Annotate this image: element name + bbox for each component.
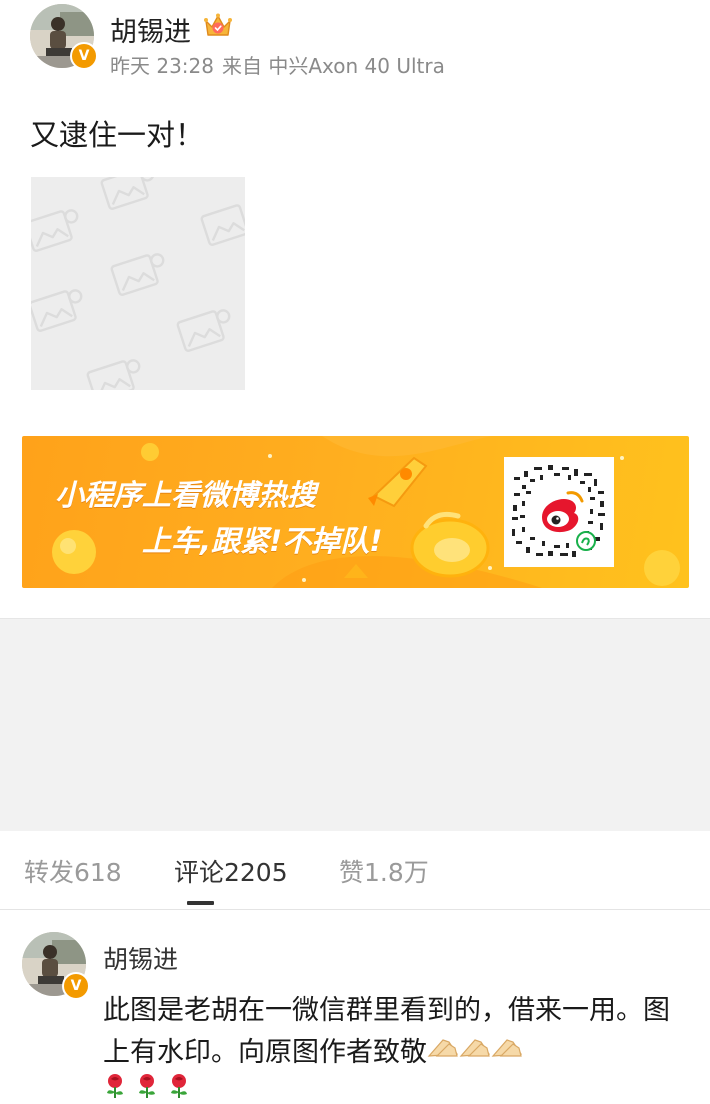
post-time: 昨天 23:28 — [110, 54, 214, 78]
comment-text: 此图是老胡在一微信群里看到的，借来一用。图上有水印。向原图作者致敬 — [103, 990, 683, 1075]
verified-badge: V — [62, 972, 90, 1000]
comment-item: V 胡锡进 此图是老胡在一微信群里看到的，借来一用。图上有水印。向原图作者致敬 — [0, 910, 710, 1104]
comment-body: 此图是老胡在一微信群里看到的，借来一用。图上有水印。向原图作者致敬 — [103, 995, 670, 1068]
verified-badge: V — [70, 42, 98, 70]
broken-image-icon — [31, 177, 245, 390]
weibo-logo-decoration — [410, 511, 490, 578]
post-text: 又逮住一对！ — [30, 118, 205, 152]
crown-icon[interactable] — [203, 13, 233, 46]
ad-line-2: 上车,跟紧!不掉队! — [142, 524, 383, 558]
weibo-post-page: V 胡锡进 昨天 23:28 来自 中兴Axon 40 Ultra 又逮住一对！ — [0, 0, 710, 1104]
tab-comment[interactable]: 评论2205 — [174, 853, 288, 889]
comment-author-name[interactable]: 胡锡进 — [103, 940, 178, 976]
rocket-icon — [368, 456, 428, 508]
gray-spacer — [0, 618, 710, 831]
post-image-placeholder[interactable] — [31, 177, 245, 390]
rose-emoji-row — [103, 1073, 191, 1099]
tab-repost[interactable]: 转发618 — [24, 853, 122, 889]
post-meta: 昨天 23:28 来自 中兴Axon 40 Ultra — [110, 50, 453, 79]
weibo-miniprogram-qr-icon — [504, 457, 614, 567]
post-author-row: 胡锡进 — [110, 10, 233, 49]
post-source: 来自 中兴Axon 40 Ultra — [222, 54, 445, 78]
miniprogram-ad-banner[interactable]: 小程序上看微博热搜 上车,跟紧!不掉队! — [22, 436, 689, 588]
post-header: V 胡锡进 昨天 23:28 来自 中兴Axon 40 Ultra — [30, 2, 680, 82]
rose-icon — [171, 1074, 187, 1098]
rose-icon — [139, 1074, 155, 1098]
ad-line-1: 小程序上看微博热搜 — [55, 478, 317, 512]
interaction-tab-bar: 转发618 评论2205 赞1.8万 — [0, 831, 710, 910]
rose-icon — [107, 1074, 123, 1098]
qr-code[interactable] — [504, 457, 614, 567]
folded-hands-icon — [427, 1032, 523, 1075]
active-tab-indicator — [187, 901, 214, 905]
post-author-name[interactable]: 胡锡进 — [110, 10, 191, 49]
tab-like[interactable]: 赞1.8万 — [339, 853, 429, 889]
